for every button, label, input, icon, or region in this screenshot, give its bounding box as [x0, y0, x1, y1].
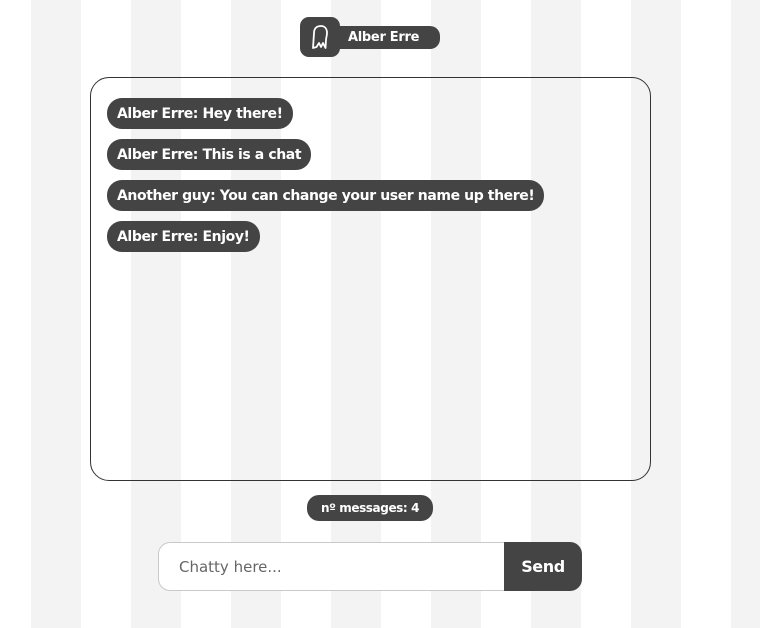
- message-bubble: Another guy: You can change your user na…: [107, 180, 545, 211]
- user-name[interactable]: Alber Erre: [337, 25, 441, 49]
- message-bubble: Alber Erre: Hey there!: [107, 98, 293, 129]
- message-bubble: Alber Erre: Enjoy!: [107, 221, 260, 252]
- user-avatar[interactable]: [300, 17, 340, 57]
- chat-input[interactable]: [158, 542, 504, 591]
- ghost-icon: [312, 25, 328, 49]
- user-badge[interactable]: Alber Erre: [300, 17, 441, 57]
- chat-box: Alber Erre: Hey there! Alber Erre: This …: [90, 77, 651, 481]
- composer: Send: [158, 542, 582, 591]
- message-bubble: Alber Erre: This is a chat: [107, 139, 312, 170]
- message-counter: nº messages: 4: [307, 495, 433, 521]
- send-button[interactable]: Send: [504, 542, 582, 591]
- message-list: Alber Erre: Hey there! Alber Erre: This …: [107, 98, 634, 252]
